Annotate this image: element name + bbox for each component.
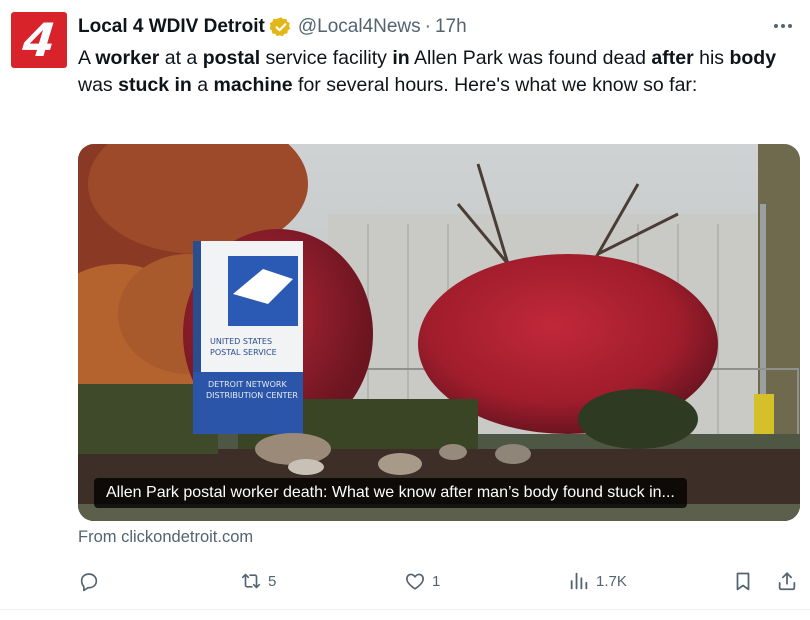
retweet-icon <box>241 573 261 589</box>
usps-sign: UNITED STATES POSTAL SERVICE DETROIT NET… <box>193 241 303 434</box>
tweet-text-segment: Allen Park was found dead <box>409 47 652 69</box>
tweet-text-segment: for several hours. Here's what we know s… <box>292 74 698 96</box>
separator-dot: · <box>424 16 431 37</box>
timestamp[interactable]: 17h <box>435 16 467 38</box>
reply-button[interactable] <box>78 566 106 596</box>
svg-text:DISTRIBUTION CENTER: DISTRIBUTION CENTER <box>206 391 298 400</box>
user-handle[interactable]: @Local4News <box>298 16 421 38</box>
avatar-logo: 4 <box>20 13 58 67</box>
display-name[interactable]: Local 4 WDIV Detroit <box>78 16 265 38</box>
share-button[interactable] <box>776 566 798 596</box>
svg-text:DETROIT NETWORK: DETROIT NETWORK <box>208 380 287 389</box>
tweet-text-segment: at a <box>159 47 203 69</box>
bookmark-button[interactable] <box>732 566 754 596</box>
tweet-text-bold-segment: in <box>392 47 410 69</box>
share-icon <box>778 572 796 591</box>
avatar[interactable]: 4 <box>11 12 67 68</box>
bookmark-icon <box>736 572 750 591</box>
retweet-button[interactable]: 5 <box>240 566 276 596</box>
tweet-text-bold-segment: postal <box>202 47 261 69</box>
card-image: UNITED STATES POSTAL SERVICE DETROIT NET… <box>78 144 800 521</box>
link-card[interactable]: UNITED STATES POSTAL SERVICE DETROIT NET… <box>78 144 800 521</box>
tweet-text-segment: service facility <box>260 47 393 69</box>
heart-icon <box>406 573 424 590</box>
reply-icon <box>80 573 98 592</box>
card-title[interactable]: Allen Park postal worker death: What we … <box>94 478 687 508</box>
like-button[interactable]: 1 <box>404 566 440 596</box>
tweet-text-segment: was <box>78 74 119 96</box>
card-source[interactable]: From clickondetroit.com <box>78 528 253 547</box>
tweet-text-bold-segment: after <box>651 47 694 69</box>
more-options-icon[interactable] <box>768 14 798 38</box>
tweet-text-bold-segment: body <box>729 47 777 69</box>
views-count: 1.7K <box>596 572 627 590</box>
retweet-count: 5 <box>268 572 277 590</box>
like-count: 1 <box>432 572 441 590</box>
tweet-text-segment: a <box>191 74 214 96</box>
action-bar: 5 1 1.7K <box>78 566 800 596</box>
tweet-text-bold-segment: worker <box>95 47 160 69</box>
tweet-text-segment: his <box>693 47 730 69</box>
views-chart-icon <box>570 572 588 590</box>
tweet-text-segment: A <box>78 47 96 69</box>
tweet[interactable]: 4 Local 4 WDIV Detroit @Local4News · 17h… <box>0 0 810 620</box>
tweet-header: Local 4 WDIV Detroit @Local4News · 17h <box>78 14 467 40</box>
views-button[interactable]: 1.7K <box>568 566 627 596</box>
divider <box>0 609 810 610</box>
tweet-text-bold-segment: machine <box>213 74 293 96</box>
svg-text:UNITED STATES: UNITED STATES <box>210 337 272 346</box>
svg-text:POSTAL SERVICE: POSTAL SERVICE <box>210 348 277 357</box>
tweet-text-bold-segment: stuck in <box>118 74 192 96</box>
verified-badge-icon[interactable] <box>269 16 292 38</box>
tweet-text: A worker at a postal service facility in… <box>78 45 788 99</box>
